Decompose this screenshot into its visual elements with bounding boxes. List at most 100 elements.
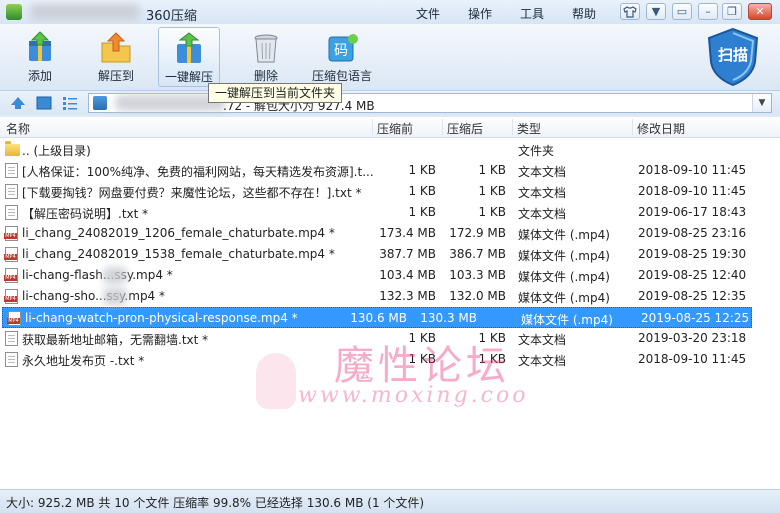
add-archive-icon bbox=[23, 31, 57, 65]
status-text: 大小: 925.2 MB 共 10 个文件 压缩率 99.8% 已经选择 130… bbox=[6, 496, 425, 510]
delete-button[interactable]: 删除 bbox=[235, 27, 297, 87]
address-bar[interactable]: .72 - 解包大小为 927.4 MB ▼ bbox=[88, 93, 772, 113]
file-type: 文件夹 bbox=[518, 144, 555, 158]
scan-label: 扫描 bbox=[717, 46, 748, 64]
text-file-icon bbox=[5, 352, 18, 367]
size-before: 103.4 MB bbox=[379, 268, 436, 282]
file-name: 永久地址发布页 -.txt * bbox=[22, 354, 145, 368]
size-before: 1 KB bbox=[408, 163, 436, 177]
list-header: 名称 压缩前 压缩后 类型 修改日期 bbox=[0, 117, 780, 138]
file-name: li_chang_24082019_1538_female_chaturbate… bbox=[22, 247, 335, 261]
table-row[interactable]: [人格保证：100%纯净、免费的福利网站，每天精选发布资源].t... 1 KB 1… bbox=[0, 160, 780, 181]
modified-date: 2018-09-10 11:45 bbox=[638, 184, 747, 198]
file-type: 媒体文件 (.mp4) bbox=[518, 228, 610, 242]
size-before: 1 KB bbox=[408, 205, 436, 219]
file-name: li-chang-flash...ssy.mp4 * bbox=[22, 268, 173, 282]
add-button[interactable]: 添加 bbox=[9, 27, 71, 87]
modified-date: 2019-06-17 18:43 bbox=[638, 205, 747, 219]
mp4-badge-icon: MP4 bbox=[4, 233, 17, 239]
menu-file[interactable]: 文件 bbox=[416, 5, 440, 22]
file-type: 媒体文件 (.mp4) bbox=[518, 270, 610, 284]
folder-icon bbox=[5, 141, 20, 156]
mp4-badge-icon: MP4 bbox=[4, 254, 17, 260]
menu-tools[interactable]: 工具 bbox=[520, 5, 544, 22]
table-row[interactable]: MP4 li_chang_24082019_1538_female_chaturb… bbox=[0, 244, 780, 265]
add-label: 添加 bbox=[27, 69, 52, 83]
svg-text:码: 码 bbox=[334, 43, 348, 59]
minimize-icon[interactable]: – bbox=[698, 3, 718, 20]
redacted-region bbox=[30, 4, 140, 20]
video-file-icon: MP4 bbox=[4, 268, 18, 283]
archive-language-button[interactable]: 码 压缩包语言 bbox=[309, 27, 375, 87]
video-file-icon: MP4 bbox=[4, 247, 18, 262]
restore-icon[interactable]: ❐ bbox=[722, 3, 742, 20]
table-row-selected[interactable]: MP4 li-chang-watch-pron-physical-response… bbox=[2, 307, 752, 328]
size-after: 1 KB bbox=[478, 352, 506, 366]
column-divider bbox=[512, 119, 513, 135]
up-arrow-icon[interactable] bbox=[10, 95, 26, 111]
mini-mode-icon[interactable]: ▭ bbox=[672, 3, 692, 20]
archive-icon bbox=[93, 96, 107, 110]
size-after: 1 KB bbox=[478, 205, 506, 219]
file-type: 文本文档 bbox=[518, 333, 567, 347]
modified-date: 2018-09-10 11:45 bbox=[638, 352, 747, 366]
one-click-extract-icon bbox=[172, 32, 206, 66]
table-row[interactable]: .. (上级目录) 文件夹 bbox=[0, 139, 780, 160]
column-size-after[interactable]: 压缩后 bbox=[447, 120, 483, 137]
status-bar: 大小: 925.2 MB 共 10 个文件 压缩率 99.8% 已经选择 130… bbox=[0, 489, 780, 513]
redacted-region bbox=[103, 288, 127, 305]
table-row[interactable]: 【解压密码说明】.txt * 1 KB 1 KB 文本文档 2019-06-17 18:… bbox=[0, 202, 780, 223]
file-name: li_chang_24082019_1206_female_chaturbate… bbox=[22, 226, 335, 240]
table-row[interactable]: [下载要掏钱？网盘要付费？来魔性论坛，这些都不存在！].txt * 1 KB 1 K… bbox=[0, 181, 780, 202]
modified-date: 2019-08-25 12:25 bbox=[641, 311, 750, 325]
column-name[interactable]: 名称 bbox=[6, 120, 30, 137]
delete-label: 删除 bbox=[253, 69, 278, 83]
skin-shirt-icon[interactable] bbox=[620, 3, 640, 20]
file-type: 文本文档 bbox=[518, 165, 567, 179]
size-after: 1 KB bbox=[478, 163, 506, 177]
video-file-icon: MP4 bbox=[4, 289, 18, 304]
column-type[interactable]: 类型 bbox=[517, 120, 541, 137]
file-type: 媒体文件 (.mp4) bbox=[521, 313, 613, 327]
table-row[interactable]: 获取最新地址邮箱，无需翻墙.txt * 1 KB 1 KB 文本文档 2019-03-2… bbox=[0, 328, 780, 349]
file-name: [下载要掏钱？网盘要付费？来魔性论坛，这些都不存在！].txt * bbox=[22, 186, 362, 200]
menu-dropdown-icon[interactable]: ▼ bbox=[646, 3, 666, 20]
modified-date: 2019-08-25 23:16 bbox=[638, 226, 747, 240]
delete-bin-icon bbox=[249, 31, 283, 65]
one-click-extract-button[interactable]: 一键解压 bbox=[158, 27, 220, 87]
file-name: [人格保证：100%纯净、免费的福利网站，每天精选发布资源].t... bbox=[22, 165, 374, 179]
text-file-icon bbox=[5, 184, 18, 199]
file-type: 文本文档 bbox=[518, 207, 567, 221]
scan-button[interactable]: 扫描 bbox=[702, 26, 764, 88]
extract-to-button[interactable]: 解压到 bbox=[85, 27, 147, 87]
watermark-url: www.moxing.coo bbox=[298, 383, 529, 408]
menu-operation[interactable]: 操作 bbox=[468, 5, 492, 22]
close-icon[interactable]: ✕ bbox=[748, 3, 772, 20]
redacted-region bbox=[103, 267, 127, 284]
file-name: 【解压密码说明】.txt * bbox=[22, 207, 149, 221]
address-dropdown-icon[interactable]: ▼ bbox=[752, 94, 771, 112]
size-after: 132.0 MB bbox=[449, 289, 506, 303]
file-name: li-chang-sho...ssy.mp4 * bbox=[22, 289, 166, 303]
size-before: 132.3 MB bbox=[379, 289, 436, 303]
title-bar: 360压缩 文件 操作 工具 帮助 ▼ ▭ – ❐ ✕ bbox=[0, 0, 780, 24]
file-list: 名称 压缩前 压缩后 类型 修改日期 .. (上级目录) 文件夹 [人格保证：100… bbox=[0, 117, 780, 489]
column-size-before[interactable]: 压缩前 bbox=[377, 120, 413, 137]
file-type: 媒体文件 (.mp4) bbox=[518, 291, 610, 305]
extract-to-icon bbox=[99, 31, 133, 65]
file-name: .. (上级目录) bbox=[22, 144, 91, 158]
thumbnail-view-icon[interactable] bbox=[36, 95, 52, 111]
mp4-badge-icon: MP4 bbox=[4, 296, 17, 302]
menu-help[interactable]: 帮助 bbox=[572, 5, 596, 22]
column-divider bbox=[632, 119, 633, 135]
text-file-icon bbox=[5, 163, 18, 178]
tooltip: 一键解压到当前文件夹 bbox=[208, 83, 343, 103]
column-modified-date[interactable]: 修改日期 bbox=[637, 120, 685, 137]
list-view-icon[interactable] bbox=[62, 95, 78, 111]
file-type: 文本文档 bbox=[518, 354, 567, 368]
table-row[interactable]: MP4 li_chang_24082019_1206_female_chaturb… bbox=[0, 223, 780, 244]
size-after: 1 KB bbox=[478, 184, 506, 198]
archive-language-icon: 码 bbox=[325, 31, 359, 65]
size-after: 103.3 MB bbox=[449, 268, 506, 282]
table-row[interactable]: 永久地址发布页 -.txt * 1 KB 1 KB 文本文档 2018-09-10 11… bbox=[0, 349, 780, 370]
